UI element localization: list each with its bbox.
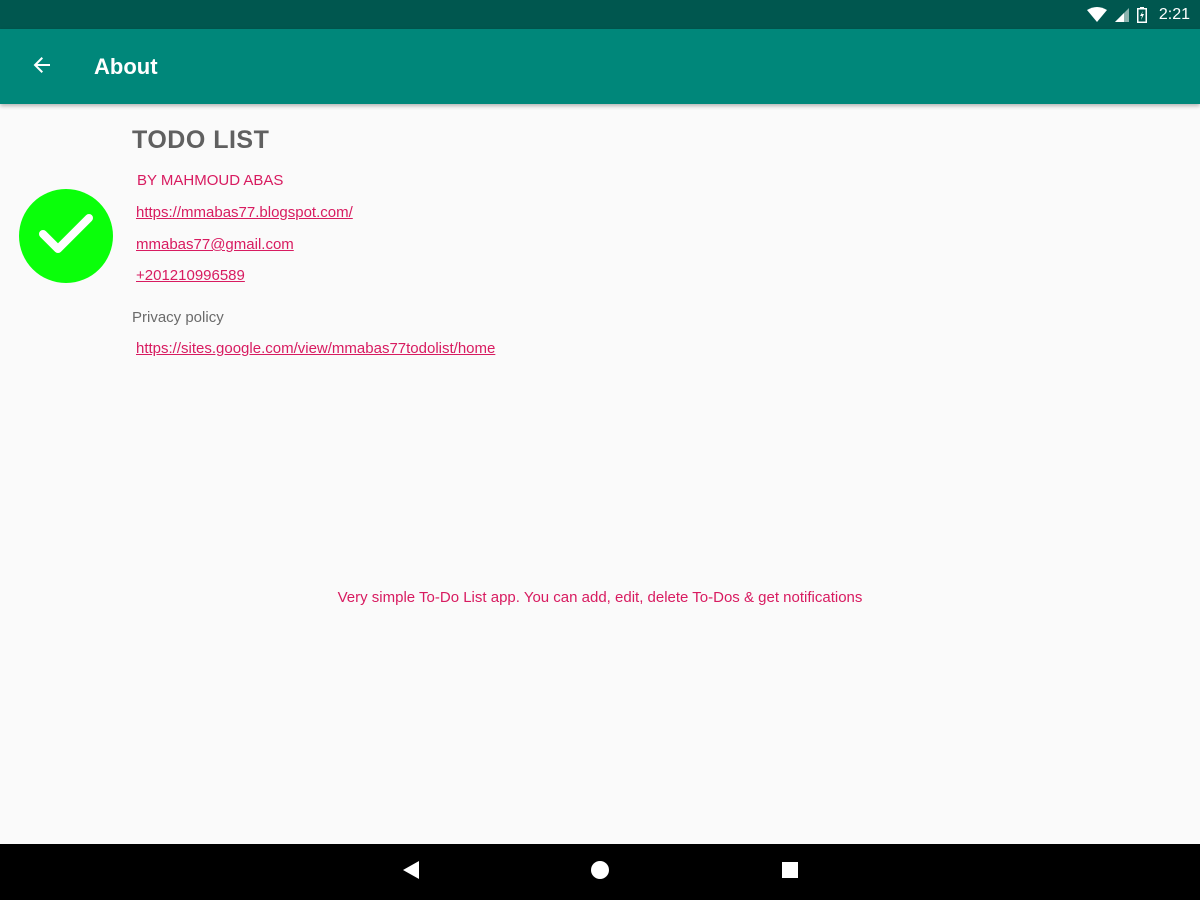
- nav-recents-button[interactable]: [765, 844, 815, 900]
- wifi-icon: [1086, 6, 1107, 23]
- page-title: About: [94, 54, 158, 79]
- nav-back-icon: [402, 860, 420, 885]
- battery-icon: [1136, 6, 1147, 23]
- arrow-back-icon: [32, 55, 52, 80]
- app-logo: [19, 189, 113, 283]
- checkmark-icon: [38, 212, 94, 261]
- privacy-policy-link[interactable]: https://sites.google.com/view/mmabas77to…: [136, 340, 495, 357]
- about-screen: 2:21 About TODO LIST BY MAHMOUD ABAS htt…: [0, 0, 1200, 900]
- status-bar: 2:21: [0, 0, 1200, 29]
- email-link[interactable]: mmabas77@gmail.com: [136, 236, 294, 253]
- navigation-bar: [0, 844, 1200, 900]
- author-name: BY MAHMOUD ABAS: [137, 172, 284, 189]
- status-icons: 2:21: [1086, 0, 1190, 29]
- nav-home-button[interactable]: [575, 844, 625, 900]
- back-button[interactable]: [24, 49, 60, 85]
- app-bar: About: [0, 29, 1200, 104]
- app-name: TODO LIST: [132, 126, 270, 154]
- nav-recents-icon: [781, 861, 799, 884]
- nav-home-icon: [590, 860, 610, 885]
- nav-back-button[interactable]: [386, 844, 436, 900]
- website-link[interactable]: https://mmabas77.blogspot.com/: [136, 204, 353, 221]
- privacy-policy-label: Privacy policy: [132, 309, 224, 326]
- phone-link[interactable]: +201210996589: [136, 267, 245, 284]
- status-time: 2:21: [1158, 5, 1190, 23]
- cell-signal-icon: [1114, 7, 1129, 22]
- app-description: Very simple To-Do List app. You can add,…: [337, 589, 863, 606]
